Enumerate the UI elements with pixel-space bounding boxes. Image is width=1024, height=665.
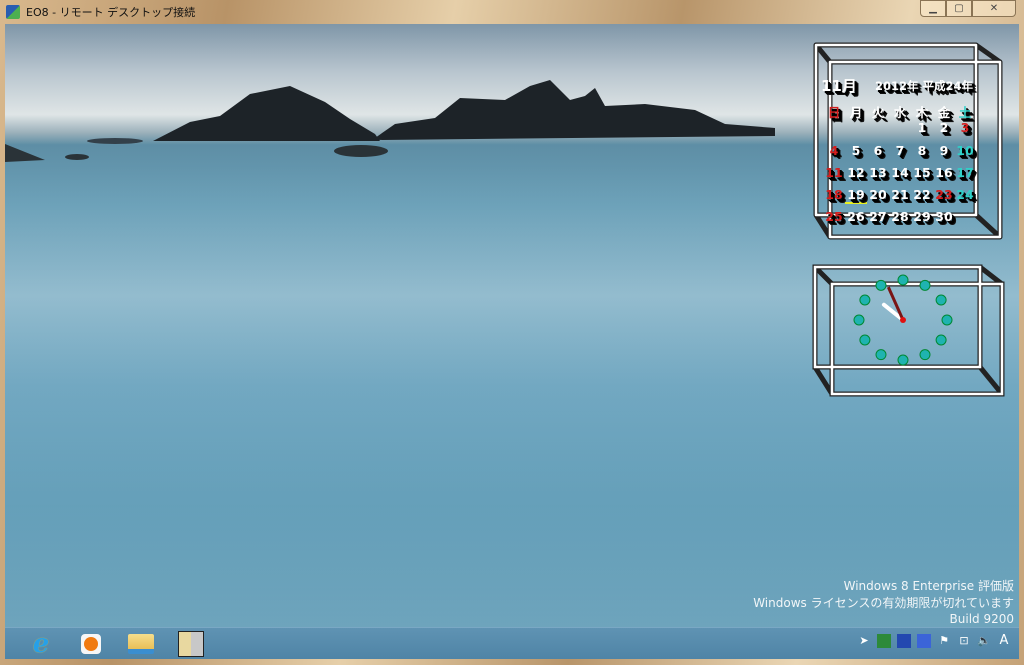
calendar-day-today: 19 (845, 187, 867, 204)
pointer-tray-icon[interactable]: ➤ (857, 634, 871, 648)
internet-explorer-icon[interactable]: e (19, 629, 63, 659)
close-button[interactable]: ✕ (972, 0, 1016, 17)
calendar-day: 15 (913, 165, 931, 180)
calendar-year: 2012年 平成24年 (875, 79, 974, 93)
hour-marker (875, 349, 887, 361)
remote-desktop[interactable]: 11月 2012年 平成24年日月火水木金土 1 2 3 4 5 6 7 8 9 10 11 12 13 14… (5, 24, 1019, 628)
calendar-day: 26 (847, 209, 865, 224)
calendar-day: 28 (891, 209, 909, 224)
calendar-day: 7 (895, 143, 905, 158)
window-title: EO8 - リモート デスクトップ接続 (26, 6, 196, 19)
network-icon[interactable]: ⊡ (957, 634, 971, 648)
calendar-month: 11月 (821, 77, 857, 95)
calendar-day: 3 (960, 120, 970, 135)
hour-marker (853, 314, 865, 326)
calendar-weekday: 水 (893, 105, 907, 120)
calendar-day: 18 (825, 187, 843, 202)
evaluation-watermark: Windows 8 Enterprise 評価版 Windows ライセンスの有… (753, 578, 1014, 628)
calendar-day: 1 (917, 120, 927, 135)
taskbar: e ➤ ⚑ ⊡ 🔈 A (5, 627, 1019, 659)
calendar-day: 22 (913, 187, 931, 202)
calendar-weekday: 土 (958, 105, 972, 120)
clock-gadget[interactable] (810, 262, 1010, 402)
windows-media-player-icon[interactable] (69, 629, 113, 659)
remote-desktop-taskbar-icon[interactable] (169, 629, 213, 659)
hour-marker (859, 294, 871, 306)
calendar-day: 4 (829, 143, 839, 158)
calendar-day: 14 (891, 165, 909, 180)
calendar-weekday: 月 (849, 105, 863, 120)
dx-tray-icon[interactable] (917, 634, 931, 648)
volume-icon[interactable]: 🔈 (977, 634, 991, 648)
calendar-weekday: 木 (915, 105, 929, 120)
window-controls: ▁ ▢ ✕ (920, 0, 1016, 17)
calendar-day: 27 (869, 209, 887, 224)
calendar-day: 9 (939, 143, 949, 158)
maximize-button[interactable]: ▢ (946, 0, 972, 17)
calendar-day: 21 (891, 187, 909, 202)
file-explorer-icon[interactable] (119, 629, 163, 659)
calendar-day: 25 (825, 209, 843, 224)
calendar-day: 5 (851, 143, 861, 158)
calendar-day: 30 (935, 209, 953, 224)
hour-marker (919, 279, 931, 291)
watermark-edition: Windows 8 Enterprise 評価版 (843, 579, 1014, 593)
calendar-weekday: 金 (937, 105, 951, 120)
calendar-day: 10 (956, 143, 974, 158)
hour-marker (935, 294, 947, 306)
hour-marker (875, 279, 887, 291)
calendar-day: 29 (913, 209, 931, 224)
calendar-day: 8 (917, 143, 927, 158)
hour-marker (897, 354, 909, 366)
calendar-day: 2 (939, 120, 949, 135)
hour-marker (935, 334, 947, 346)
calendar-day: 23 (935, 187, 953, 202)
calendar-day: 12 (847, 165, 865, 180)
calendar-day: 13 (869, 165, 887, 180)
hour-marker (941, 314, 953, 326)
calendar-day: 6 (873, 143, 883, 158)
hour-marker (919, 349, 931, 361)
calendar-day: 11 (825, 165, 843, 180)
clock-center (900, 317, 906, 323)
calendar-day: 24 (956, 187, 974, 202)
calendar-day: 20 (869, 187, 887, 202)
hour-marker (897, 274, 909, 286)
watermark-license: Windows ライセンスの有効期限が切れています (753, 595, 1014, 610)
calendar-day: 17 (956, 165, 974, 180)
calendar-weekday: 日 (827, 105, 841, 120)
minimize-button[interactable]: ▁ (920, 0, 946, 17)
calendar-day: 16 (935, 165, 953, 180)
title-bar: EO8 - リモート デスクトップ接続 ▁ ▢ ✕ (0, 0, 1024, 24)
flag-icon[interactable]: ⚑ (937, 634, 951, 648)
ime-indicator[interactable]: A (997, 634, 1011, 648)
monitor-tray-icon[interactable] (897, 634, 911, 648)
system-tray: ➤ ⚑ ⊡ 🔈 A (857, 634, 1011, 648)
remote-desktop-icon (6, 5, 20, 19)
hour-marker (859, 334, 871, 346)
calendar-weekday: 火 (871, 105, 885, 120)
watermark-build: Build 9200 (949, 612, 1014, 626)
security-tray-icon[interactable] (877, 634, 891, 648)
